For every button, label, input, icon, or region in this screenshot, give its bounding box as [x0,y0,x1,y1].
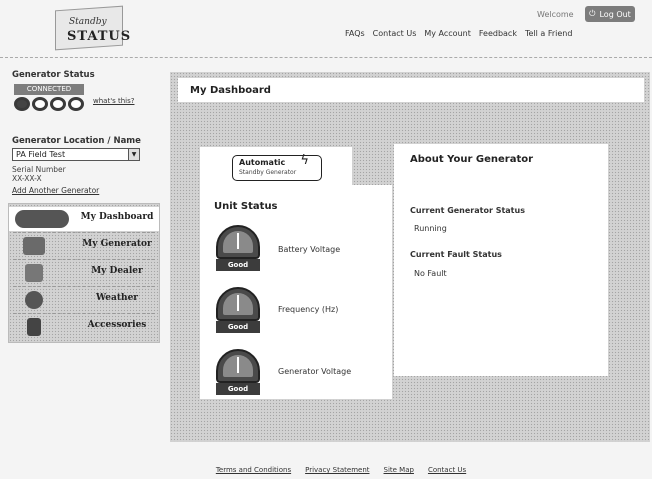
sidebar-item-label: Accessories [87,320,147,330]
sidebar-nav: My Dashboard My Generator My Dealer Weat… [8,203,160,343]
whats-this-link[interactable]: what's this? [93,97,134,105]
generator-voltage-gauge: Good [214,349,262,397]
nav-link-tell-a-friend[interactable]: Tell a Friend [525,29,572,38]
connected-badge: CONNECTED [14,84,84,95]
sidebar-item-accessories[interactable]: Accessories [9,315,159,339]
generator-location-label: Generator Location / Name [12,136,141,146]
status-lights [14,97,84,111]
about-generator-card: About Your Generator Current Generator S… [394,144,608,376]
nav-divider [13,313,155,314]
logo-line2: STATUS [67,29,132,44]
nav-divider [13,259,155,260]
sidebar-item-weather[interactable]: Weather [9,288,159,312]
gauge-status-badge: Good [216,321,260,333]
chevron-down-icon[interactable]: ▼ [128,149,139,160]
unit-status-card: Unit Status Good Battery Voltage Good Fr… [200,185,392,399]
gauge-status-badge: Good [216,383,260,395]
sidebar-item-my-dashboard[interactable]: My Dashboard [9,207,159,231]
gauge-status-badge: Good [216,259,260,271]
automatic-standby-badge: Automatic Standby Generator ϟ [232,153,322,181]
nav-link-my-account[interactable]: My Account [424,29,470,38]
fault-status-label: Current Fault Status [410,250,502,259]
welcome-text: Welcome [537,10,574,19]
footer-link-terms[interactable]: Terms and Conditions [216,466,291,474]
nav-divider [13,286,155,287]
sidebar-item-my-dealer[interactable]: My Dealer [9,261,159,285]
nav-link-faqs[interactable]: FAQs [345,29,365,38]
status-light-icon [14,97,30,111]
dealer-icon [25,264,43,282]
dashboard-panel: My Dashboard Automatic Standby Generator… [170,72,650,442]
generator-select[interactable]: PA Field Test ▼ [12,148,140,161]
generator-unit-icon [23,237,45,255]
gauge-label: Generator Voltage [278,367,352,376]
nav-link-feedback[interactable]: Feedback [479,29,517,38]
current-status-label: Current Generator Status [410,206,525,215]
fault-status-value: No Fault [414,269,447,278]
lightning-bolt-icon: ϟ [300,153,309,168]
sidebar-item-label: My Dashboard [80,212,154,222]
power-icon: ⏻ [589,9,596,18]
generator-icon [15,210,69,228]
battery-voltage-gauge: Good [214,225,262,273]
sidebar-item-label: Weather [95,293,139,303]
footer-link-contact[interactable]: Contact Us [428,466,466,474]
serial-number-label: Serial Number [12,165,66,174]
status-light-icon [32,97,48,111]
sidebar-item-my-generator[interactable]: My Generator [9,234,159,258]
nav-link-contact[interactable]: Contact Us [373,29,417,38]
gauge-dial-icon [216,287,260,321]
header-divider [0,57,652,58]
serial-number-value: XX-XX-X [12,174,42,183]
footer-link-privacy[interactable]: Privacy Statement [305,466,369,474]
current-status-value: Running [414,224,447,233]
status-light-icon [68,97,84,111]
gauge-label: Battery Voltage [278,245,341,254]
sidebar-item-label: My Dealer [91,266,143,276]
standby-status-logo[interactable]: Standby STATUS [55,5,130,52]
gauge-dial-icon [216,225,260,259]
top-nav: FAQs Contact Us My Account Feedback Tell… [345,29,572,38]
site-footer: Terms and Conditions Privacy Statement S… [0,466,652,474]
sidebar-item-label: My Generator [82,239,152,249]
nav-divider [13,232,155,233]
add-generator-link[interactable]: Add Another Generator [12,186,99,195]
generator-type-tab: Automatic Standby Generator ϟ [200,147,352,187]
logout-label: Log Out [599,9,631,19]
site-header: Standby STATUS Welcome ⏻ Log Out FAQs Co… [0,0,652,60]
weather-icon [25,291,43,309]
about-title: About Your Generator [410,154,534,165]
status-light-icon [50,97,66,111]
generator-select-value: PA Field Test [16,150,66,159]
badge-line2: Standby Generator [239,169,297,176]
gauge-label: Frequency (Hz) [278,305,339,314]
page-title: My Dashboard [190,85,271,96]
accessories-icon [27,318,41,336]
generator-status-label: Generator Status [12,70,95,80]
frequency-gauge: Good [214,287,262,335]
dashboard-title-bar: My Dashboard [178,78,644,102]
badge-line1: Automatic [239,158,286,167]
gauge-dial-icon [216,349,260,383]
logo-line1: Standby [69,17,107,27]
unit-status-title: Unit Status [214,201,278,212]
footer-link-sitemap[interactable]: Site Map [384,466,414,474]
logout-button[interactable]: ⏻ Log Out [585,6,635,22]
